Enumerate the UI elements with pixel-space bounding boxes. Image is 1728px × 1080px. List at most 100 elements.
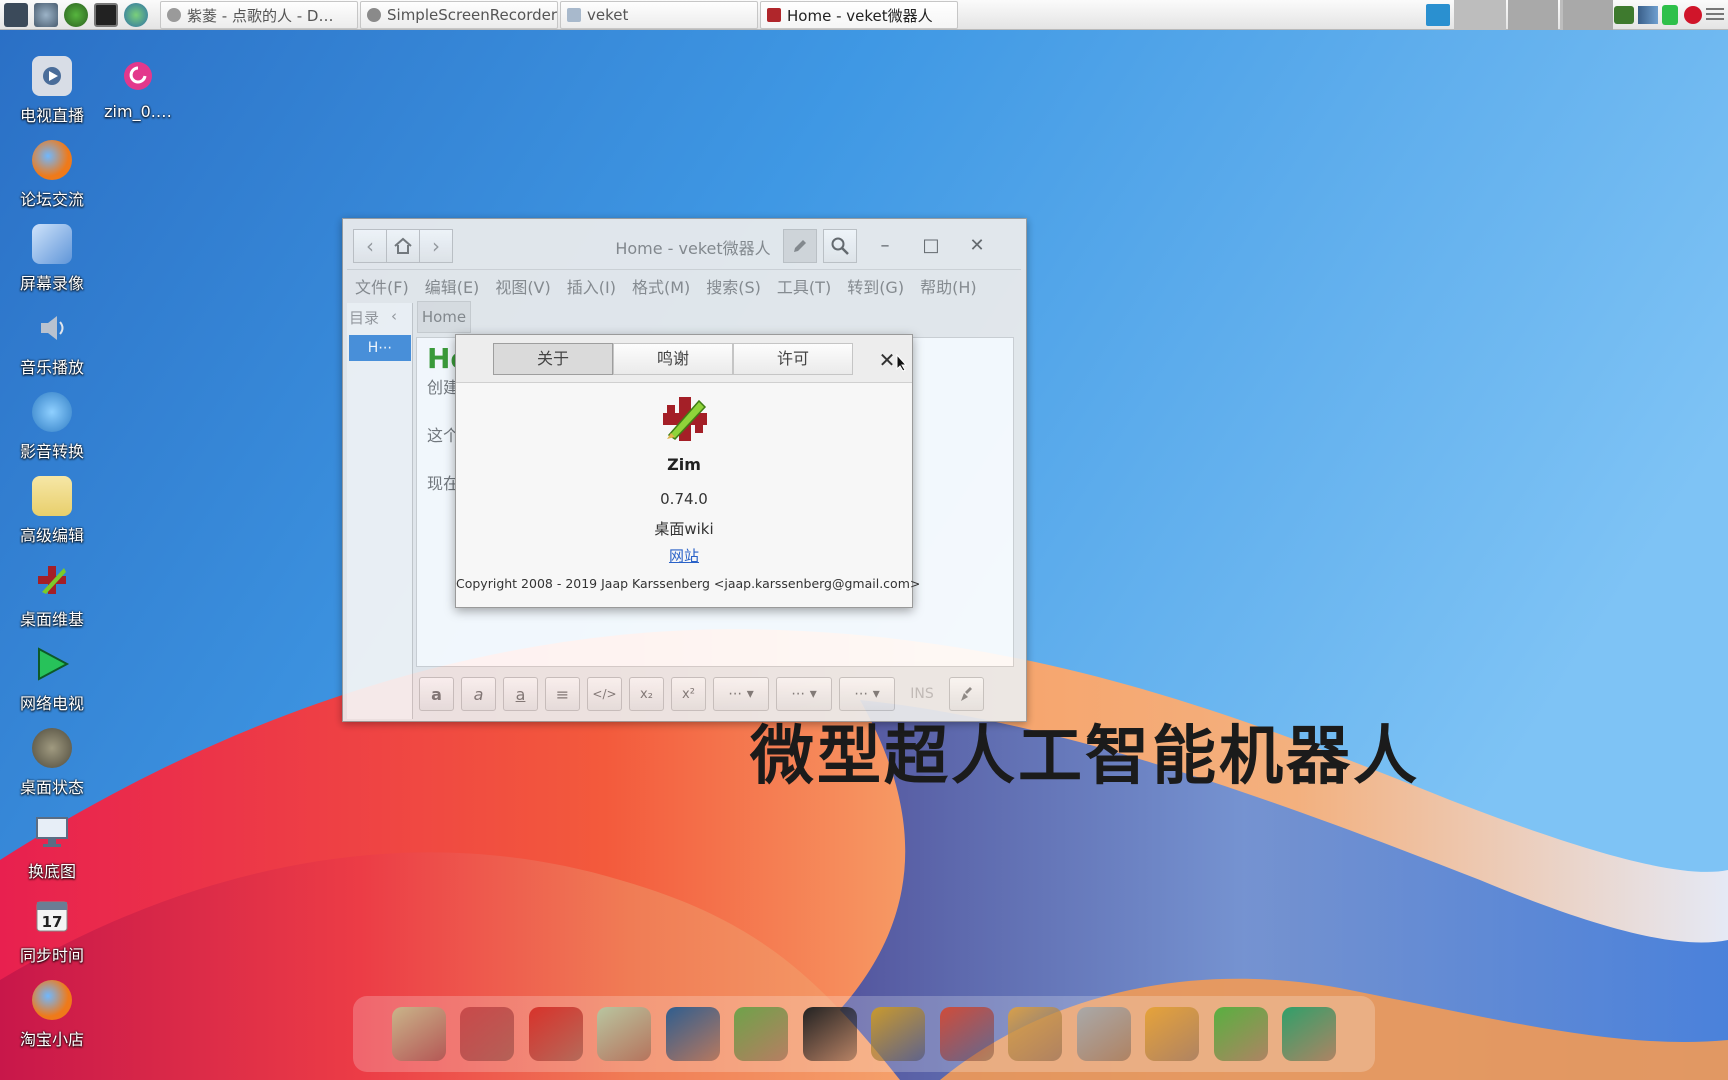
search-button[interactable]	[823, 229, 857, 263]
italic-button[interactable]: a	[461, 677, 496, 711]
desktop-icon-forum[interactable]: 论坛交流	[4, 140, 100, 220]
desktop-icon-desktop-status[interactable]: 桌面状态	[4, 728, 100, 808]
desktop-icon-tv-live[interactable]: 电视直播	[4, 56, 100, 136]
window-titlebar[interactable]: ‹ › Home - veket微器人 – □ ✕	[343, 219, 1026, 269]
tab-about[interactable]: 关于	[493, 343, 613, 375]
zim-app-icon	[767, 8, 781, 22]
menu-help[interactable]: 帮助(H)	[920, 274, 977, 298]
desktop-icon-media-convert[interactable]: 影音转换	[4, 392, 100, 472]
code-button[interactable]: </>	[587, 677, 622, 711]
workspace-switcher-2[interactable]	[1508, 0, 1558, 30]
clear-format-button[interactable]	[949, 677, 984, 711]
chart-icon[interactable]	[939, 1007, 994, 1061]
recorder-app-icon	[367, 8, 381, 22]
close-window-button[interactable]: ✕	[965, 233, 989, 257]
camera-icon[interactable]	[1282, 1007, 1337, 1061]
website-link[interactable]: 网站	[456, 545, 912, 566]
screen-record-icon	[32, 224, 72, 264]
bold-button[interactable]: a	[419, 677, 454, 711]
gauge-icon	[32, 728, 72, 768]
notepad-icon[interactable]	[597, 1007, 652, 1061]
media-player-icon[interactable]	[665, 1007, 720, 1061]
strike-button[interactable]: ≡	[545, 677, 580, 711]
veket-mascot-icon[interactable]	[1145, 1007, 1200, 1061]
workspace-switcher-4[interactable]	[1563, 0, 1613, 30]
paint-palette-icon[interactable]	[1008, 1007, 1063, 1061]
format-toolbar: a a a ≡ </> x₂ x² ⋯ ▾ ⋯ ▾ ⋯ ▾ INS	[416, 672, 1016, 716]
menu-tools[interactable]: 工具(T)	[777, 274, 831, 298]
taskbar-task-veket[interactable]: veket	[560, 1, 758, 29]
menu-edit[interactable]: 编辑(E)	[425, 274, 480, 298]
page-tab-home[interactable]: Home	[417, 301, 471, 333]
pencil-icon	[794, 240, 806, 252]
index-header: 目录 ‹	[349, 307, 397, 327]
svg-text:17: 17	[42, 913, 63, 931]
record-icon[interactable]	[1684, 6, 1702, 24]
menu-file[interactable]: 文件(F)	[355, 274, 409, 298]
subscript-button[interactable]: x₂	[629, 677, 664, 711]
file-manager-icon[interactable]	[391, 1007, 446, 1061]
fox-icon[interactable]	[528, 1007, 583, 1061]
globe-icon[interactable]	[124, 3, 148, 27]
desktop-icon-desktop-wiki[interactable]: 桌面维基	[4, 560, 100, 640]
taskbar-task-music[interactable]: 紫菱 - 点歌的人 - D…	[160, 1, 358, 29]
address-book-icon[interactable]	[871, 1007, 926, 1061]
forward-button[interactable]: ›	[419, 229, 453, 263]
system-monitor-icon[interactable]	[4, 3, 28, 27]
zim-logo-icon	[663, 397, 707, 441]
menu-insert[interactable]: 插入(I)	[567, 274, 616, 298]
desktop-icon-music-player[interactable]: 音乐播放	[4, 308, 100, 388]
usb-drive-icon[interactable]	[1076, 1007, 1131, 1061]
desktop-icon-net-tv[interactable]: 网络电视	[4, 644, 100, 724]
menu-search[interactable]: 搜索(S)	[706, 274, 761, 298]
desktop-icon-taobao-shop[interactable]: 淘宝小店	[4, 980, 100, 1060]
show-desktop-icon[interactable]	[1426, 4, 1450, 26]
chat-users-icon[interactable]	[734, 1007, 789, 1061]
tv-icon	[32, 56, 72, 96]
network-signal-icon[interactable]	[1638, 6, 1658, 24]
collapse-sidebar-icon[interactable]: ‹	[391, 307, 397, 325]
menu-view[interactable]: 视图(V)	[495, 274, 550, 298]
desktop-icon-screen-record[interactable]: 屏幕录像	[4, 224, 100, 304]
debian-swirl-icon	[118, 56, 158, 96]
back-button[interactable]: ‹	[353, 229, 387, 263]
folder-icon	[567, 8, 581, 22]
index-item-home[interactable]: H⋯	[349, 335, 411, 361]
penguin-icon[interactable]	[802, 1007, 857, 1061]
play-icon[interactable]	[64, 3, 88, 27]
workspace-switcher-1[interactable]	[1454, 0, 1506, 30]
home-button[interactable]	[386, 229, 420, 263]
about-dialog-header: 关于 鸣谢 许可 ✕	[456, 335, 912, 383]
edit-toggle-button[interactable]	[783, 229, 817, 263]
maximize-button[interactable]: □	[919, 233, 943, 257]
menu-goto[interactable]: 转到(G)	[847, 274, 904, 298]
broom-icon	[960, 687, 972, 701]
settings-icon[interactable]	[34, 3, 58, 27]
tab-credits[interactable]: 鸣谢	[613, 343, 733, 375]
play-tray-icon[interactable]	[1614, 6, 1634, 24]
help-icon[interactable]	[1213, 1007, 1268, 1061]
terminal-icon[interactable]	[94, 3, 118, 27]
menu-format[interactable]: 格式(M)	[632, 274, 690, 298]
tab-license[interactable]: 许可	[733, 343, 853, 375]
taskbar-task-recorder[interactable]: SimpleScreenRecorder	[360, 1, 558, 29]
superscript-button[interactable]: x²	[671, 677, 706, 711]
desktop-icon-change-wallpaper[interactable]: 换底图	[4, 812, 100, 892]
underline-button[interactable]: a	[503, 677, 538, 711]
desktop-icon-zim-package[interactable]: zim_0.…	[90, 56, 186, 136]
taskbar-task-zim[interactable]: Home - veket微器人	[760, 1, 958, 29]
app-description: 桌面wiki	[654, 520, 714, 538]
zim-quill-icon	[32, 560, 72, 600]
desktop-icon-sync-time[interactable]: 17 同步时间	[4, 896, 100, 976]
desktop-icon-advanced-editor[interactable]: 高级编辑	[4, 476, 100, 556]
firefox-icon	[32, 140, 72, 180]
app-dock	[353, 996, 1375, 1072]
heading-dropdown[interactable]: ⋯ ▾	[713, 677, 769, 711]
minimize-button[interactable]: –	[873, 233, 897, 257]
menu-lines-icon[interactable]	[1706, 8, 1724, 22]
monitor-icon	[32, 812, 72, 852]
battery-icon[interactable]	[1662, 5, 1678, 25]
monitor-icon[interactable]	[460, 1007, 515, 1061]
list-dropdown[interactable]: ⋯ ▾	[776, 677, 832, 711]
style-dropdown[interactable]: ⋯ ▾	[839, 677, 895, 711]
